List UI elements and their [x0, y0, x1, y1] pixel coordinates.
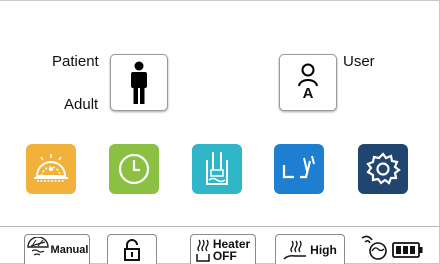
bed-tile[interactable] — [274, 144, 324, 194]
alarm-tile[interactable] — [26, 144, 76, 194]
reservoir-tile[interactable] — [192, 144, 242, 194]
bed-adjust-icon — [282, 155, 315, 179]
battery-icon — [392, 242, 423, 258]
patient-label: Patient — [52, 53, 99, 70]
patient-button[interactable] — [110, 54, 168, 111]
manual-mode-icon — [26, 236, 49, 256]
screen-frame — [0, 0, 440, 264]
gear-icon — [366, 152, 401, 185]
water-chamber-icon — [206, 152, 228, 185]
user-person-icon — [298, 63, 318, 87]
settings-tile[interactable] — [358, 144, 408, 194]
patient-mode-label: Adult — [64, 96, 99, 113]
heater-button[interactable]: Heater OFF — [190, 234, 256, 264]
history-tile[interactable] — [109, 144, 159, 194]
user-level-badge: A — [302, 85, 314, 102]
heater-state: OFF — [212, 248, 237, 263]
mode-button[interactable]: Manual — [24, 234, 90, 264]
bottom-bar-separator — [0, 226, 440, 227]
adult-person-icon — [131, 61, 147, 104]
high-level-icon — [283, 240, 307, 260]
connection-status-icon — [361, 235, 387, 260]
heater-label: Heater — [212, 236, 251, 251]
clock-icon — [118, 153, 150, 185]
level-button[interactable]: High — [275, 234, 345, 264]
level-label: High — [310, 242, 337, 257]
unlock-icon — [124, 238, 140, 261]
lock-button[interactable] — [107, 234, 157, 264]
heater-icon — [196, 239, 210, 262]
user-button[interactable]: A — [279, 54, 337, 111]
mode-label: Manual — [50, 243, 89, 256]
user-label: User — [343, 53, 375, 70]
alarm-light-icon — [34, 154, 68, 182]
